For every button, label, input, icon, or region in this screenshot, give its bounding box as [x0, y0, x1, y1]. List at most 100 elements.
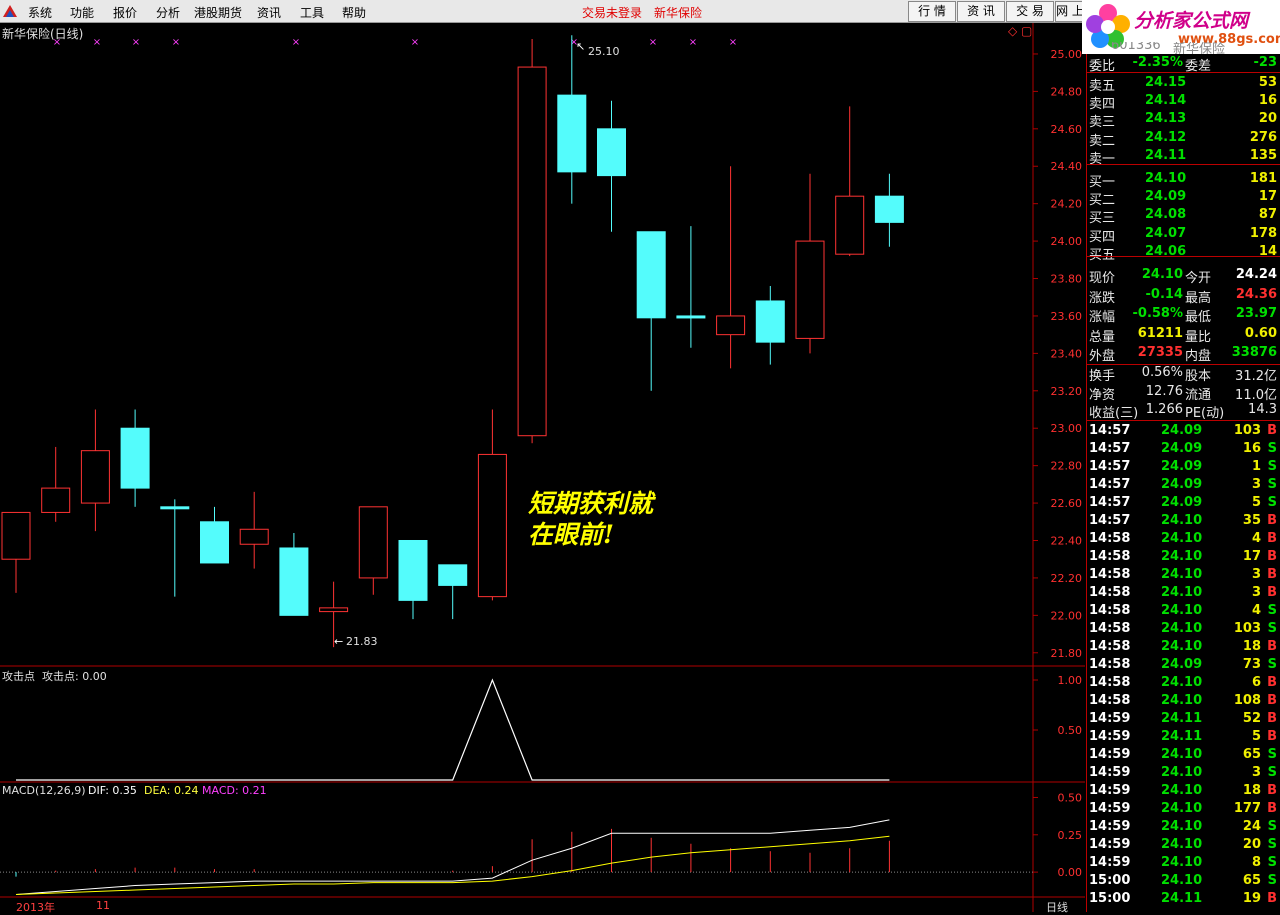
- price-tick-label: 24.40: [1051, 160, 1083, 173]
- attack-value-label: 攻击点: 0.00: [42, 670, 107, 683]
- menu-hk-futures[interactable]: 港股期货: [194, 4, 242, 21]
- price-tick-label: 23.80: [1051, 273, 1083, 286]
- tick-time: 14:59: [1089, 801, 1131, 816]
- tick-side: B: [1267, 675, 1277, 690]
- attack-tick-label: 0.50: [1058, 724, 1083, 737]
- tab-online[interactable]: 网 上: [1055, 1, 1085, 22]
- tick-volume: 20: [1242, 837, 1261, 852]
- bid-label: 买四: [1089, 229, 1116, 245]
- menu-system[interactable]: 系统: [28, 4, 52, 21]
- bid-row: 买二 24.09 17: [1087, 188, 1280, 208]
- tick-row: 14:59 24.11 52 B: [1087, 710, 1280, 728]
- tick-row: 14:58 24.10 4 B: [1087, 530, 1280, 548]
- menu-help[interactable]: 帮助: [342, 4, 366, 21]
- fundamental-row: 换手 0.56% 股本 31.2亿: [1087, 364, 1280, 384]
- stat-value: 24.36: [1235, 286, 1277, 302]
- tick-side: S: [1267, 477, 1277, 492]
- candle: [120, 409, 150, 507]
- tick-time: 14:58: [1089, 531, 1131, 546]
- price-tick-label: 22.20: [1051, 572, 1083, 585]
- price-tick-label: 24.80: [1051, 85, 1083, 98]
- tab-market[interactable]: 行 情: [908, 1, 956, 22]
- menu-news[interactable]: 资讯: [257, 4, 281, 21]
- candle: [676, 226, 706, 348]
- tick-price: 24.09: [1161, 423, 1203, 438]
- panel-controls-icon[interactable]: ◇ ▢: [1008, 24, 1032, 38]
- tick-side: B: [1267, 513, 1277, 528]
- macd-tick-label: 0.00: [1058, 866, 1083, 879]
- candle-body-up: [1, 511, 31, 560]
- tick-row: 14:58 24.10 17 B: [1087, 548, 1280, 566]
- candle-body-down: [597, 128, 626, 177]
- current-stock-name: 新华保险: [654, 6, 703, 20]
- ask-price: 24.13: [1145, 111, 1187, 127]
- tick-row: 14:59 24.11 5 B: [1087, 728, 1280, 746]
- tick-time: 14:59: [1089, 765, 1131, 780]
- tick-volume: 4: [1251, 531, 1261, 546]
- app-logo-icon: [3, 5, 17, 17]
- tick-side: B: [1267, 549, 1277, 564]
- candle: [835, 106, 865, 257]
- chart-canvas[interactable]: × × × × × × × × × × 25.0024.8024.6024.4024.2024.0…: [0, 23, 1085, 912]
- tab-trade[interactable]: 交 易: [1006, 1, 1054, 22]
- annotation-callout: 短期获利就 在眼前!: [528, 489, 654, 549]
- tick-row: 14:58 24.10 18 B: [1087, 638, 1280, 656]
- tick-price: 24.10: [1161, 693, 1203, 708]
- tab-news[interactable]: 资 讯: [957, 1, 1005, 22]
- tick-side: B: [1267, 531, 1277, 546]
- tick-row: 14:59 24.10 3 S: [1087, 764, 1280, 782]
- candle-body-down: [676, 315, 706, 319]
- bid-label: 买三: [1089, 211, 1116, 227]
- stat-value: 61211: [1137, 325, 1183, 341]
- stat-row: 涨跌 -0.14 最高 24.36: [1087, 286, 1280, 306]
- fundamental-value: 0.56%: [1141, 365, 1183, 380]
- candle-body-up: [41, 487, 71, 513]
- menu-tools[interactable]: 工具: [300, 4, 324, 21]
- menu-function[interactable]: 功能: [70, 4, 94, 21]
- macd-panel-title: MACD(12,26,9): [2, 784, 86, 797]
- quote-panel: 601336 新华保险 委比 -2.35% 委差 -23 卖五 24.15 53 卖四…: [1086, 42, 1280, 912]
- candle: [358, 506, 388, 595]
- candle-body-down: [874, 195, 904, 223]
- tick-side: S: [1267, 873, 1277, 888]
- tick-time: 14:58: [1089, 585, 1131, 600]
- fundamental-label: 收益(三): [1089, 406, 1139, 422]
- wei-bi-row: 委比 -2.35% 委差 -23: [1089, 55, 1277, 74]
- tick-price: 24.10: [1161, 801, 1203, 816]
- tick-row: 15:00 24.10 65 S: [1087, 872, 1280, 890]
- tick-volume: 35: [1242, 513, 1261, 528]
- tick-time: 14:58: [1089, 549, 1131, 564]
- price-tick-label: 23.60: [1051, 310, 1083, 323]
- tick-volume: 103: [1233, 621, 1261, 636]
- stat-row: 涨幅 -0.58% 最低 23.97: [1087, 305, 1280, 325]
- tick-row: 14:58 24.09 73 S: [1087, 656, 1280, 674]
- price-tick-label: 24.00: [1051, 235, 1083, 248]
- tick-time: 14:59: [1089, 729, 1131, 744]
- tick-price: 24.10: [1161, 513, 1203, 528]
- tick-volume: 65: [1242, 747, 1261, 762]
- tick-row: 15:00 24.11 19 B: [1087, 890, 1280, 908]
- period-label[interactable]: 日线: [1046, 899, 1068, 915]
- tick-price: 24.10: [1161, 675, 1203, 690]
- tick-time: 14:58: [1089, 657, 1131, 672]
- ask-volume: 20: [1258, 111, 1277, 127]
- menu-quote[interactable]: 报价: [113, 4, 137, 21]
- tick-side: B: [1267, 711, 1277, 726]
- candle: [874, 173, 904, 247]
- menu-analysis[interactable]: 分析: [156, 4, 180, 21]
- tick-side: S: [1267, 819, 1277, 834]
- macd-value-label: MACD: 0.21: [202, 784, 267, 797]
- tick-side: S: [1267, 495, 1277, 510]
- candle: [1, 511, 31, 593]
- candle: [41, 446, 71, 522]
- tick-price: 24.10: [1161, 603, 1203, 618]
- bid-row: 买一 24.10 181: [1087, 170, 1280, 190]
- tick-volume: 3: [1251, 585, 1261, 600]
- tick-side: S: [1267, 765, 1277, 780]
- tick-time: 15:00: [1089, 873, 1131, 888]
- tick-volume: 52: [1242, 711, 1261, 726]
- tick-volume: 177: [1233, 801, 1261, 816]
- price-panel-title: 新华保险(日线): [2, 27, 84, 41]
- bid-volume: 87: [1258, 207, 1277, 223]
- tick-price: 24.10: [1161, 765, 1203, 780]
